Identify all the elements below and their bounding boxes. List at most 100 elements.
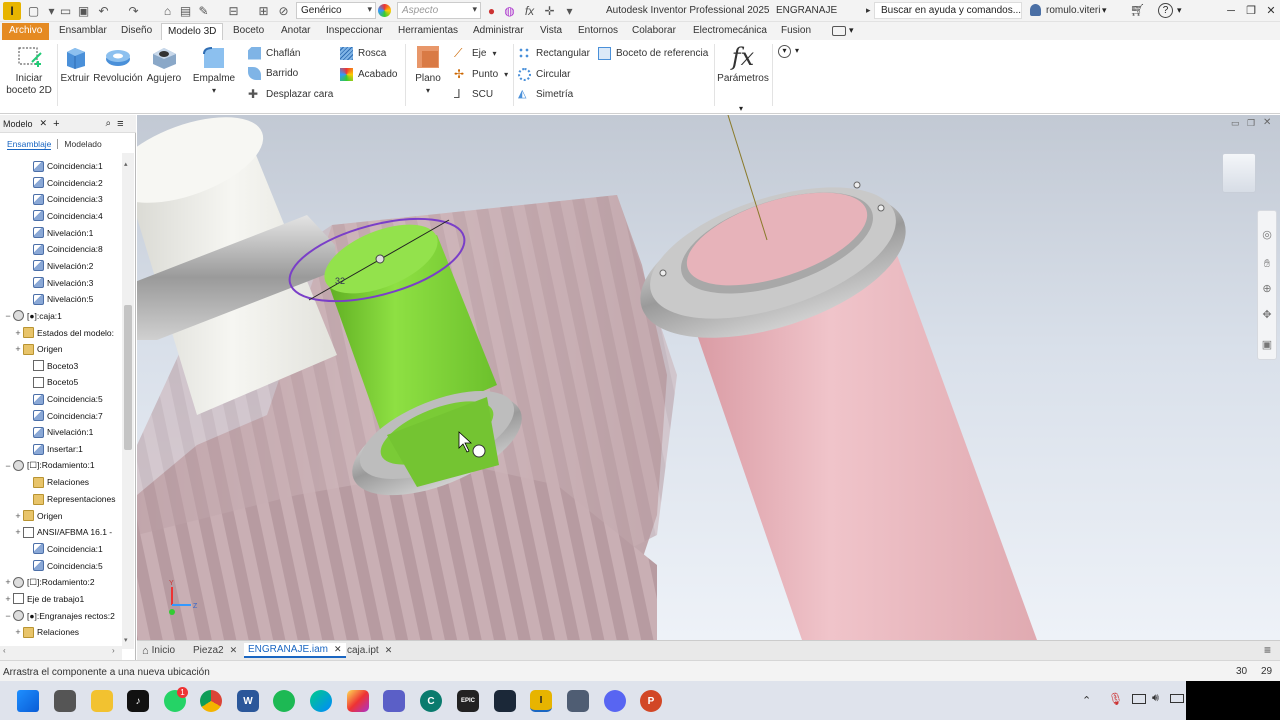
pan-hand-icon[interactable]: ✋︎ xyxy=(1259,256,1275,272)
doc-tab-caja[interactable]: caja.ipt ✕ xyxy=(347,643,392,658)
tree-row[interactable]: Coincidencia:5 xyxy=(0,391,122,407)
task-view-icon[interactable] xyxy=(54,690,76,712)
look-at-icon[interactable]: ▣ xyxy=(1259,336,1275,352)
steam-icon[interactable] xyxy=(494,690,516,712)
tab-fusion[interactable]: Fusion xyxy=(775,23,817,40)
appearance-combo[interactable]: Aspecto ▾ xyxy=(397,2,481,19)
circular-pattern-button[interactable]: Circular xyxy=(518,66,570,82)
expand-toggle-icon[interactable]: + xyxy=(14,527,22,537)
minimize-button[interactable]: ─ xyxy=(1222,3,1240,18)
tree-row[interactable]: − [●]:Engranajes rectos:2 xyxy=(0,608,122,624)
epic-games-icon[interactable]: EPIC xyxy=(457,690,479,712)
open-folder-icon[interactable]: ▭ xyxy=(58,3,73,18)
cart-icon[interactable]: 🛒︎ xyxy=(1130,3,1145,17)
tab-collaborate[interactable]: Colaborar xyxy=(626,23,682,40)
expand-toggle-icon[interactable]: − xyxy=(4,311,12,321)
doc-tab-engranaje[interactable]: ENGRANAJE.iam ✕ xyxy=(244,643,346,658)
battery-icon[interactable] xyxy=(1170,694,1184,703)
tree-row[interactable]: Nivelación:2 xyxy=(0,258,122,274)
clear-appearance-icon[interactable]: ◍ xyxy=(502,3,517,18)
tab-annotate[interactable]: Anotar xyxy=(275,23,316,40)
chevron-down-icon[interactable]: ▾ xyxy=(739,104,743,113)
viewcube[interactable] xyxy=(1222,153,1256,193)
extrude-button[interactable]: Extruir xyxy=(59,44,91,85)
windows-start-icon[interactable] xyxy=(17,690,39,712)
tab-electromechanical[interactable]: Electromecánica xyxy=(687,23,773,40)
assembly-3d-view[interactable]: 32 Z Y xyxy=(137,115,1280,640)
teams-icon[interactable] xyxy=(383,690,405,712)
tree-row[interactable]: Nivelación:1 xyxy=(0,424,122,440)
discord-icon[interactable] xyxy=(604,690,626,712)
tree-row[interactable]: Coincidencia:2 xyxy=(0,175,122,191)
close-icon[interactable]: ✕ xyxy=(334,644,342,655)
sketch-tool-icon[interactable]: ✎ xyxy=(196,3,211,18)
orbit-icon[interactable]: ✥ xyxy=(1259,306,1275,322)
tab-manage[interactable]: Administrar xyxy=(467,23,530,40)
start-2d-sketch-button[interactable]: Iniciar boceto 2D xyxy=(4,44,54,97)
undo-icon[interactable]: ↶ xyxy=(96,3,111,18)
graphics-viewport[interactable]: 32 Z Y ▭ ❐ ✕ xyxy=(137,115,1280,640)
close-icon[interactable]: ✕ xyxy=(230,645,238,656)
close-view-icon[interactable]: ✕ xyxy=(1263,117,1271,128)
tree-row[interactable]: Relaciones xyxy=(0,474,122,490)
parameters-button[interactable]: fx Parámetros xyxy=(716,44,770,85)
thread-button[interactable]: Rosca xyxy=(340,45,386,61)
chevron-down-icon[interactable]: ▾ xyxy=(504,70,508,79)
material-combo[interactable]: Genérico ▾ xyxy=(296,2,376,19)
search-icon[interactable]: ⌕ xyxy=(106,118,112,129)
chevron-down-icon[interactable]: ▾ xyxy=(410,85,446,97)
point-button[interactable]: ✢ Punto ▾ xyxy=(454,66,508,82)
panel-options-icon[interactable]: ▾ xyxy=(778,45,791,58)
microphone-icon[interactable]: 🎙︎ xyxy=(1108,692,1123,706)
tree-row[interactable]: Coincidencia:1 xyxy=(0,541,122,557)
add-browser-icon[interactable]: + xyxy=(53,118,59,130)
reference-sketch-button[interactable]: Boceto de referencia xyxy=(598,45,708,61)
ribbon-display-toggle-icon[interactable] xyxy=(832,26,846,36)
tab-tools[interactable]: Herramientas xyxy=(392,23,464,40)
expand-toggle-icon[interactable]: + xyxy=(14,344,22,354)
tree-row[interactable]: Coincidencia:1 xyxy=(0,158,122,174)
tree-row[interactable]: Coincidencia:8 xyxy=(0,241,122,257)
doc-tab-pieza2[interactable]: Pieza2 ✕ xyxy=(193,643,237,658)
file-explorer-icon[interactable] xyxy=(91,690,113,712)
spotify-icon[interactable] xyxy=(273,690,295,712)
browser-scrollbar-thumb[interactable] xyxy=(124,305,132,450)
ucs-button[interactable]: ⅃ SCU xyxy=(454,86,493,102)
mirror-button[interactable]: ◭ Simetría xyxy=(518,86,573,102)
tree-row[interactable]: + Relaciones xyxy=(0,624,122,640)
help-search-input[interactable]: Buscar en ayuda y comandos... xyxy=(874,2,1022,19)
chevron-down-icon[interactable]: ▾ xyxy=(849,25,854,36)
close-icon[interactable]: ✕ xyxy=(385,645,393,656)
tree-row[interactable]: Coincidencia:7 xyxy=(0,408,122,424)
steering-wheel-icon[interactable]: ◎ xyxy=(1259,226,1275,242)
app-c-icon[interactable]: C xyxy=(420,690,442,712)
close-icon[interactable]: ✕ xyxy=(40,118,48,129)
tab-view[interactable]: Vista xyxy=(534,23,568,40)
save-icon[interactable]: ▣ xyxy=(76,3,91,18)
tab-file[interactable]: Archivo xyxy=(2,23,50,40)
tab-assembly-mode[interactable]: Ensamblaje xyxy=(7,139,52,150)
measure-icon[interactable]: ⊟ xyxy=(226,3,241,18)
new-file-icon[interactable]: ▢ xyxy=(26,3,41,18)
user-name[interactable]: romulo.viteri xyxy=(1046,5,1100,16)
tab-3d-model[interactable]: Modelo 3D xyxy=(161,23,224,40)
new-dropdown-icon[interactable]: ▾ xyxy=(44,3,59,18)
tab-environments[interactable]: Entornos xyxy=(572,23,624,40)
browser-h-scrollbar[interactable]: ‹ › xyxy=(0,646,122,660)
redo-icon[interactable]: ↷ xyxy=(126,3,141,18)
tree-row[interactable]: + Origen xyxy=(0,341,122,357)
sweep-button[interactable]: Barrido xyxy=(248,65,298,81)
instagram-icon[interactable] xyxy=(347,690,369,712)
scroll-right-icon[interactable]: › xyxy=(112,646,115,655)
expand-toggle-icon[interactable]: + xyxy=(4,594,12,604)
color-override-icon[interactable]: ● xyxy=(484,3,499,18)
tree-row[interactable]: + [☐]:Rodamiento:2 xyxy=(0,574,122,590)
plane-button[interactable]: Plano ▾ xyxy=(410,44,446,97)
tab-modeling-mode[interactable]: Modelado xyxy=(64,139,101,149)
tree-row[interactable]: Boceto5 xyxy=(0,374,122,390)
display-icon[interactable] xyxy=(1132,694,1146,704)
move-icon[interactable]: ✛ xyxy=(542,3,557,18)
powerpoint-icon[interactable]: P xyxy=(640,690,662,712)
edge-icon[interactable] xyxy=(310,690,332,712)
fx-quick-icon[interactable]: fx xyxy=(522,3,537,18)
